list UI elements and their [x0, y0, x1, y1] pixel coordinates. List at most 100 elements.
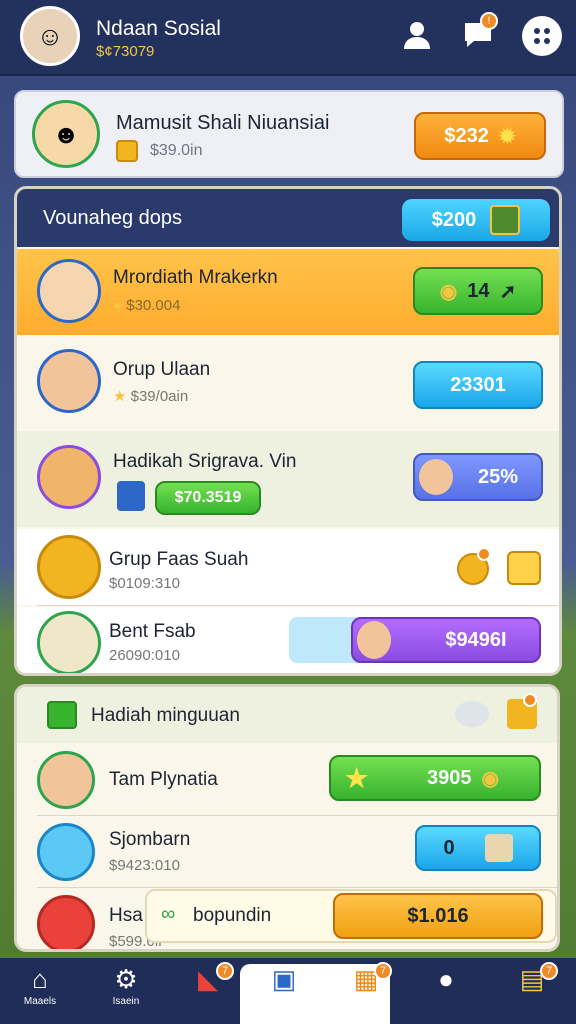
row-title: Grup Faas Suah [109, 549, 249, 570]
row-title: Bent Fsab [109, 621, 196, 642]
row-avatar [37, 259, 101, 323]
weekly-rewards-panel: Hadiah minguuan Tam Plynatia ★ 3905 ◉ Sj… [14, 684, 560, 952]
nav-badge: 7 [374, 962, 392, 980]
row-avatar [37, 349, 101, 413]
toast-value-button[interactable]: $1.016 [333, 893, 543, 939]
nav-profile[interactable]: ● [414, 962, 478, 1018]
row-sub: ★ $39/0ain [113, 387, 188, 405]
list-item[interactable]: Orup Ulaan ★ $39/0ain 23301 [17, 337, 559, 429]
gift-icon[interactable] [507, 693, 537, 729]
divider [37, 605, 557, 606]
toast-value: $1.016 [407, 904, 469, 927]
top-reward-card[interactable]: ☻ Mamusit Shali Niuansiai $39.0in $232 ✹ [14, 90, 564, 178]
gift-icon[interactable] [507, 551, 541, 585]
user-name: Ndaan Sosial [96, 17, 221, 40]
notification-badge [523, 693, 537, 707]
reward-toast[interactable]: ∞ bopundin $1.016 [145, 889, 557, 943]
panel-header: Vounaheg dops $200 [17, 189, 559, 247]
row-title: Sjombarn [109, 829, 191, 850]
link-icon: ∞ [161, 903, 176, 925]
coin-avatar-icon [37, 823, 95, 881]
nav-tasks[interactable]: ▤ 7 [500, 962, 564, 1018]
nav-badge: 7 [216, 962, 234, 980]
row-action-button[interactable]: $9496I [351, 617, 541, 663]
person-icon[interactable] [396, 14, 438, 56]
panel-header-button[interactable]: $200 [402, 199, 550, 241]
coin-icon [116, 140, 138, 162]
row-action-label: 23301 [450, 373, 506, 396]
flag-icon: ◣ [198, 964, 218, 994]
row-action-label: 3905 [427, 766, 472, 789]
coin-icon: ◉ [439, 280, 458, 303]
user-avatar[interactable]: ☺ [20, 6, 80, 66]
chest-icon [490, 205, 521, 235]
panel-header-button-label: $200 [431, 208, 477, 231]
list-item[interactable]: Sjombarn $9423:010 0 [17, 817, 557, 887]
ruby-icon [37, 895, 95, 949]
row-avatar [37, 751, 95, 809]
row-action-label: 14 [467, 279, 490, 302]
menu-dots-icon[interactable] [522, 16, 562, 56]
row-action-button[interactable]: 0 [415, 825, 541, 871]
coin-icon: ◉ [481, 767, 499, 790]
row-sub-value: $39/0ain [130, 388, 189, 405]
card-claim-label: $232 [444, 124, 489, 147]
nav-calendar[interactable]: ▦ 7 [334, 962, 398, 1018]
weekly-title: Hadiah minguuan [91, 705, 240, 726]
row-action-button[interactable]: 25% [413, 453, 543, 501]
card-title: Mamusit Shali Niuansiai [116, 112, 330, 134]
person-icon: ● [438, 964, 454, 994]
row-avatar [37, 611, 101, 673]
chat-icon[interactable]: ! [458, 12, 500, 56]
row-action-label: 0 [443, 836, 455, 859]
row-title: Orup Ulaan [113, 359, 211, 380]
nav-home[interactable]: ⌂ Maaels [8, 962, 72, 1018]
divider [37, 887, 557, 888]
row-sub: $9423:010 [109, 857, 180, 874]
coin-avatar-icon [37, 535, 101, 599]
row-sub: 26090:010 [109, 647, 180, 664]
gear-icon: ✹ [498, 125, 516, 148]
mini-avatar [419, 459, 453, 495]
avatar-face-icon: ☺ [36, 20, 64, 51]
box-icon [47, 701, 77, 729]
list-item[interactable]: Grup Faas Suah $0109:310 [17, 529, 559, 605]
list-item[interactable]: Mrordiath Mrakerkn ● $30.004 ◉ 14 ➚ [17, 249, 559, 335]
row-sub: ● $30.004 [113, 297, 180, 314]
nav-map[interactable]: ▣ [252, 962, 316, 1018]
nav-settings[interactable]: ⚙ Isaein [94, 962, 158, 1018]
row-sub: $0109:310 [109, 575, 180, 592]
row-action-button[interactable]: ★ 3905 ◉ [329, 755, 541, 801]
row-action-label: $9496I [445, 628, 507, 651]
map-icon: ▣ [271, 964, 297, 994]
weekly-header: Hadiah minguuan [17, 687, 557, 743]
row-title: Mrordiath Mrakerkn [113, 267, 278, 288]
row-title: Tam Plynatia [109, 769, 218, 790]
groups-panel: Vounaheg dops $200 Mrordiath Mrakerkn ● … [14, 186, 562, 676]
row-action-label: 25% [477, 465, 519, 488]
row-title: Hsa [109, 905, 143, 926]
cloud-icon[interactable] [455, 701, 489, 727]
row-sub-value: $30.004 [126, 297, 181, 314]
calendar-icon [484, 834, 513, 862]
trophy-icon [117, 481, 145, 511]
coin-stack-icon[interactable] [457, 547, 491, 585]
divider [37, 815, 557, 816]
star-icon: ★ [113, 388, 127, 405]
card-claim-button[interactable]: $232 ✹ [414, 112, 546, 160]
row-action-button[interactable]: 23301 [413, 361, 543, 409]
row-action-button[interactable]: ◉ 14 ➚ [413, 267, 543, 315]
card-avatar: ☻ [32, 100, 100, 168]
panel-title: Vounaheg dops [43, 207, 183, 229]
card-sub: $39.0in [116, 140, 203, 162]
chat-badge: ! [480, 12, 498, 30]
list-item[interactable]: Bent Fsab 26090:010 $9496I [17, 607, 559, 673]
coin-icon: ● [113, 297, 123, 314]
list-item[interactable]: Tam Plynatia ★ 3905 ◉ [17, 745, 557, 815]
arrow-icon: ➚ [499, 280, 517, 303]
list-item[interactable]: Hadikah Srigrava. Vin $70.3519 25% [17, 431, 559, 527]
nav-alerts[interactable]: ◣ 7 [176, 962, 240, 1018]
row-title: Hadikah Srigrava. Vin [113, 451, 297, 472]
toast-label: bopundin [193, 905, 272, 926]
notification-badge [477, 547, 491, 561]
